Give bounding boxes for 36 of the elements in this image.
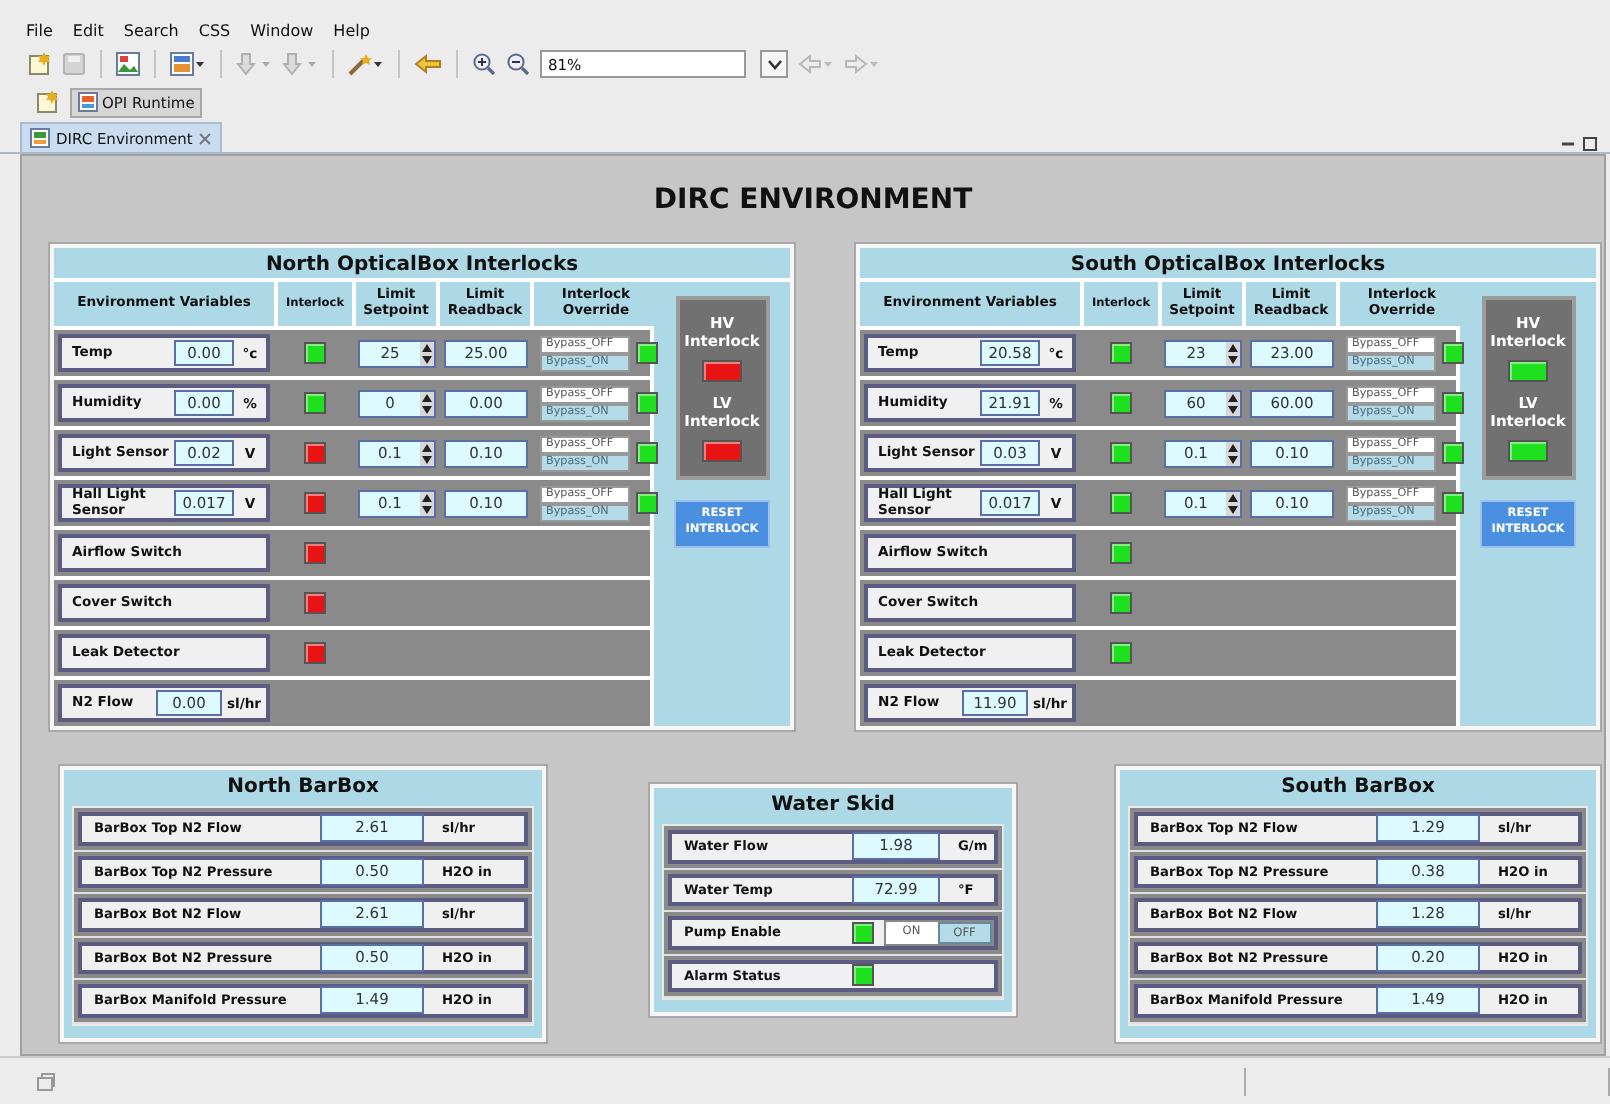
menu-item[interactable]: Help	[331, 21, 372, 39]
picture-icon	[30, 128, 50, 148]
down-arrow-icon[interactable]	[236, 52, 272, 76]
save-icon[interactable]	[62, 52, 86, 76]
stepper-icon	[420, 491, 434, 515]
back-icon[interactable]	[414, 52, 442, 76]
stepper-icon	[1226, 441, 1240, 465]
stepper-icon	[420, 441, 434, 465]
menu-item[interactable]: Search	[121, 21, 181, 39]
new-file-icon[interactable]	[28, 52, 52, 76]
wand-icon[interactable]	[348, 52, 384, 76]
menu-item[interactable]: Edit	[70, 21, 106, 39]
panel-title: Water Skid	[769, 792, 897, 820]
down-arrow-icon[interactable]	[282, 52, 318, 76]
caret-icon	[767, 59, 781, 69]
panel-title: South BarBox	[1279, 774, 1437, 802]
dropdown-button[interactable]	[760, 50, 788, 78]
maximize-icon[interactable]	[1582, 136, 1598, 152]
stepper-icon	[420, 391, 434, 415]
menu-item[interactable]: File	[24, 21, 55, 39]
stepper-icon	[1226, 491, 1240, 515]
menu-item[interactable]: Window	[248, 21, 316, 39]
panel-title: North BarBox	[225, 774, 381, 802]
zoom-out-icon[interactable]	[506, 52, 530, 76]
stepper-icon	[1226, 341, 1240, 365]
zoom-in-icon[interactable]	[472, 52, 496, 76]
forward-arrow-icon[interactable]	[844, 52, 880, 76]
picture-icon	[78, 92, 98, 112]
menu-item[interactable]: CSS	[196, 21, 233, 39]
back-arrow-icon[interactable]	[798, 52, 834, 76]
picture-menu-icon[interactable]	[170, 52, 206, 76]
page-title: DIRC ENVIRONMENT	[651, 182, 975, 220]
stepper-icon	[420, 341, 434, 365]
close-icon[interactable]	[198, 131, 213, 145]
stepper-icon	[1226, 391, 1240, 415]
picture-icon[interactable]	[116, 52, 140, 76]
